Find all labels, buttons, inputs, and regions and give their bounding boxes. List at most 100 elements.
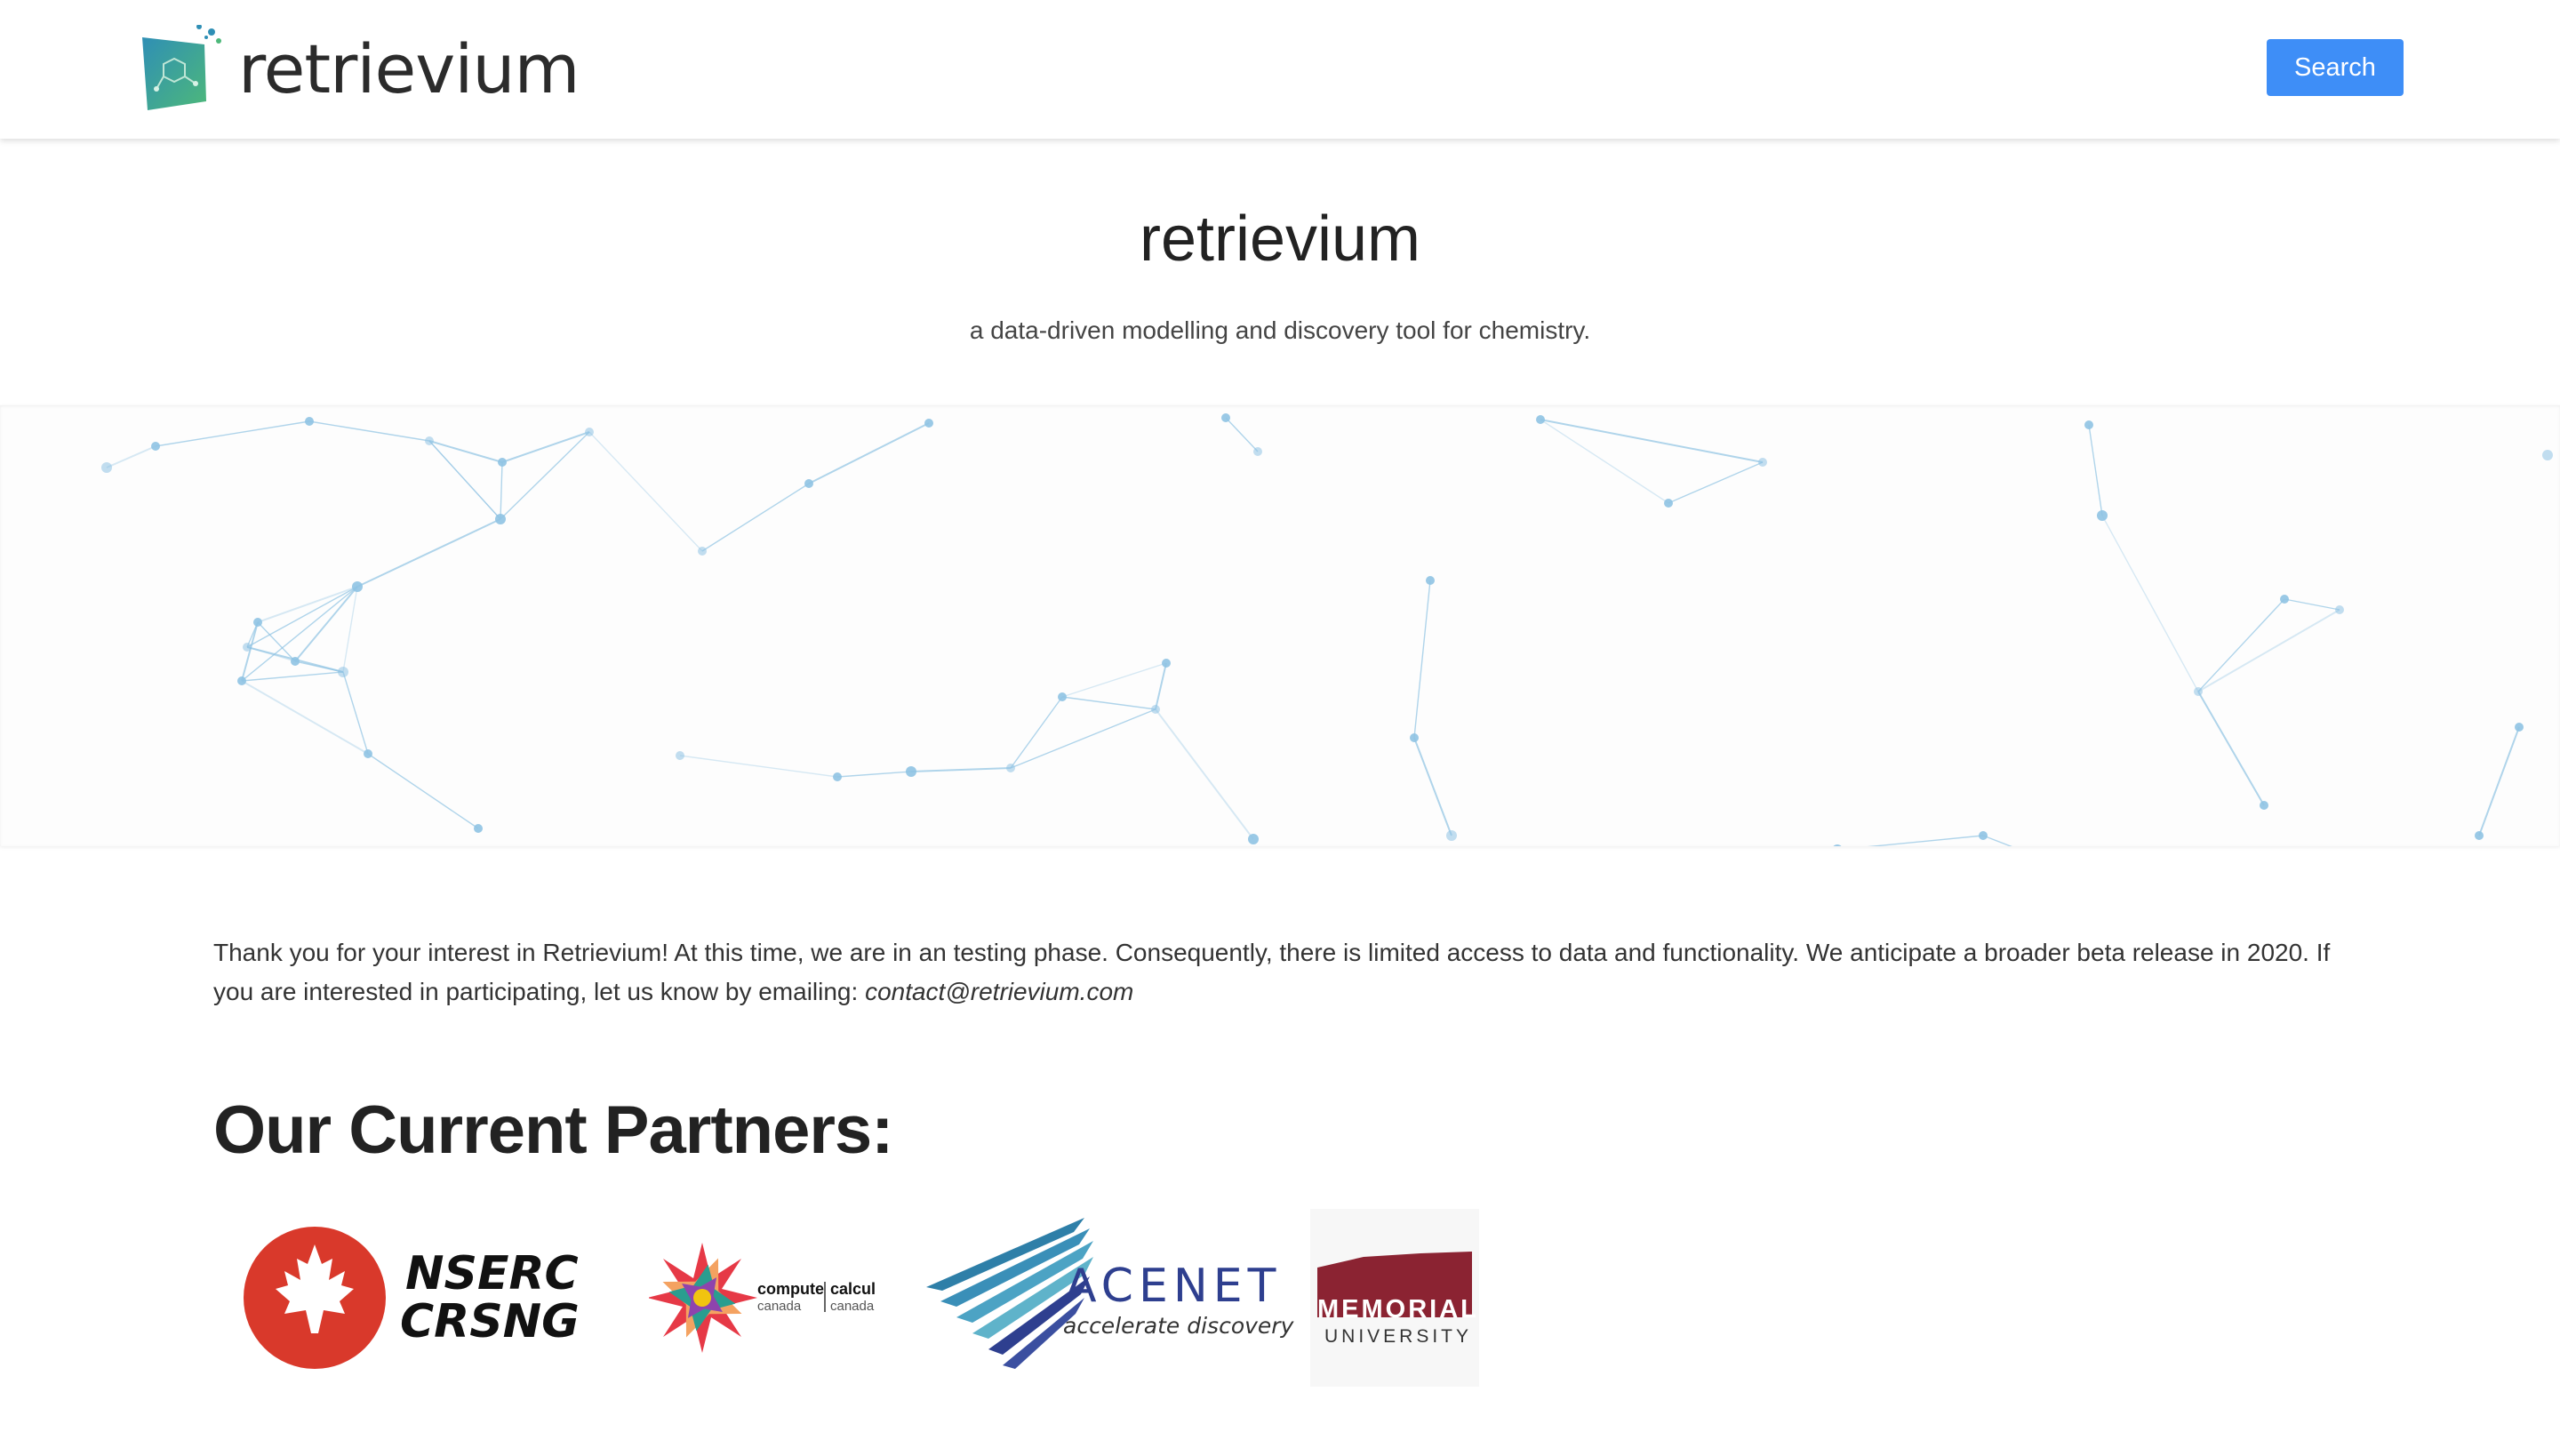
network-edge — [1836, 835, 1984, 851]
network-edge — [588, 431, 703, 552]
network-node — [2475, 831, 2484, 840]
network-edge — [241, 621, 259, 682]
brand-link[interactable]: retrievium — [142, 25, 580, 114]
network-edge — [836, 771, 912, 778]
network-node — [2515, 723, 2524, 732]
nserc-logo[interactable]: NSERC CRSNG — [240, 1209, 604, 1387]
university-text: UNIVERSITY — [1324, 1326, 1472, 1347]
acenet-title: ACENET — [1065, 1260, 1281, 1313]
network-edge — [1155, 708, 1254, 840]
network-edge — [2284, 598, 2340, 611]
contact-email: contact@retrievium.com — [865, 978, 1134, 1005]
network-edge — [1413, 737, 1452, 836]
network-edge — [1155, 662, 1167, 710]
network-node — [2097, 510, 2108, 521]
network-edge — [294, 660, 344, 673]
network-node — [1253, 447, 1262, 456]
network-edge — [308, 420, 430, 442]
network-edge — [2197, 609, 2340, 692]
network-node — [2542, 450, 2553, 460]
molecule-network-graphic — [101, 413, 2553, 874]
network-edge — [2101, 515, 2199, 692]
network-node — [1426, 576, 1435, 585]
network-node — [1758, 458, 1767, 467]
network-node — [101, 462, 112, 473]
network-node — [676, 751, 684, 760]
network-node — [291, 657, 300, 666]
network-edge — [500, 461, 503, 520]
network-node — [352, 581, 363, 592]
partners-heading: Our Current Partners: — [213, 1092, 893, 1168]
network-edge — [241, 586, 358, 682]
network-edge — [106, 445, 156, 468]
network-edge — [2478, 726, 2520, 836]
compute-canada-logo[interactable]: compute canada calcul canada — [647, 1209, 889, 1387]
network-node — [425, 436, 434, 445]
network-edge — [342, 586, 358, 673]
network-edge — [2197, 598, 2285, 692]
search-button[interactable]: Search — [2267, 39, 2404, 96]
page-subtitle: a data-driven modelling and discovery to… — [969, 316, 1591, 344]
network-edge — [500, 431, 590, 520]
network-edge — [428, 440, 501, 520]
network-edge — [428, 440, 503, 463]
network-node — [1221, 413, 1230, 422]
network-node — [2084, 420, 2093, 429]
network-node — [237, 676, 246, 685]
network-node — [1536, 415, 1545, 424]
network-edge — [1668, 461, 1764, 504]
network-node — [1446, 830, 1457, 841]
network-node — [2280, 595, 2289, 604]
acenet-tagline: accelerate discovery — [1063, 1313, 1295, 1339]
network-node — [924, 419, 933, 428]
network-node — [698, 547, 707, 556]
crsng-text: CRSNG — [400, 1295, 580, 1348]
network-node — [804, 479, 813, 488]
network-edge — [1413, 580, 1431, 739]
page-title: retrievium — [1139, 204, 1421, 275]
network-edge — [910, 767, 1012, 772]
network-node — [1162, 659, 1171, 668]
canada-fr-text: canada — [830, 1299, 875, 1314]
network-edge — [246, 586, 358, 648]
network-node — [1979, 831, 1988, 840]
network-edge — [1061, 696, 1156, 710]
network-edge — [679, 755, 838, 778]
network-node — [2335, 605, 2344, 614]
network-edge — [2088, 424, 2103, 516]
compute-text: compute — [757, 1280, 824, 1298]
network-node — [253, 618, 262, 627]
memorial-text: MEMORIAL — [1317, 1295, 1479, 1324]
network-edge — [367, 753, 479, 829]
network-edge — [2197, 691, 2265, 806]
network-node — [474, 824, 483, 833]
intro-text: Thank you for your interest in Retrieviu… — [213, 939, 2331, 1005]
network-edge — [1982, 835, 2071, 870]
network-node — [1058, 692, 1067, 701]
network-node — [305, 417, 314, 426]
network-edge — [1225, 417, 1259, 452]
network-node — [243, 643, 252, 652]
network-edge — [501, 431, 590, 463]
network-node — [1832, 844, 1843, 855]
acenet-logo[interactable]: ACENET accelerate discovery — [916, 1209, 1298, 1387]
network-node — [364, 749, 372, 758]
network-node — [906, 766, 916, 777]
network-node — [151, 442, 160, 451]
memorial-university-logo[interactable]: MEMORIAL UNIVERSITY — [1310, 1209, 1479, 1387]
network-node — [1006, 764, 1015, 772]
network-edge — [1061, 662, 1167, 698]
network-node — [1151, 705, 1160, 714]
network-node — [338, 667, 348, 677]
network-edge — [356, 518, 501, 588]
network-edge — [701, 483, 810, 552]
network-edge — [808, 422, 930, 484]
network-node — [833, 772, 842, 781]
network-edge — [155, 420, 310, 447]
brand-name: retrievium — [238, 29, 580, 108]
network-node — [1410, 733, 1419, 742]
canada-text: canada — [757, 1299, 802, 1314]
intro-paragraph: Thank you for your interest in Retrieviu… — [213, 933, 2347, 1012]
network-edge — [241, 671, 344, 682]
molecule-hexagon-icon — [142, 25, 221, 110]
